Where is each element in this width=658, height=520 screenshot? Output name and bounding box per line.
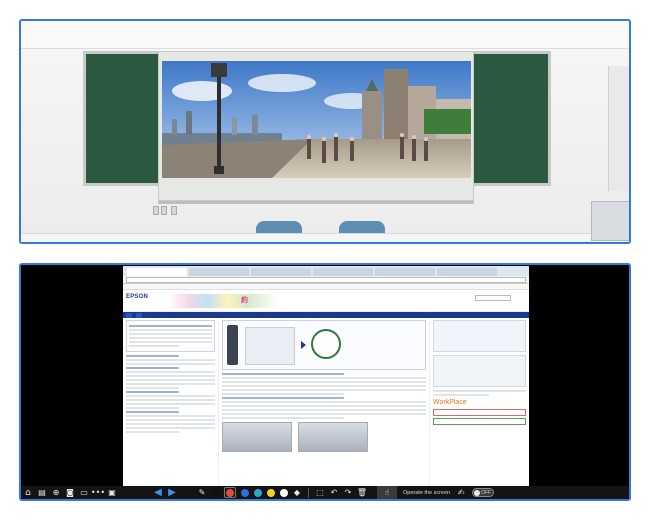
home-icon[interactable]: ⌂: [21, 487, 35, 499]
pointer-mode-zone: ☝: [377, 486, 397, 499]
forward-arrow-icon[interactable]: ▶: [165, 487, 179, 499]
classroom-camera-view: [19, 19, 631, 244]
select-icon[interactable]: ⬚: [313, 487, 327, 499]
color-yellow[interactable]: [266, 488, 275, 497]
redo-icon[interactable]: ↷: [341, 487, 355, 499]
side-link-button[interactable]: [433, 418, 526, 425]
site-nav-item[interactable]: [126, 312, 132, 318]
chair: [256, 221, 302, 233]
projected-image: [162, 61, 471, 178]
epson-logo[interactable]: EPSON: [126, 294, 148, 300]
site-nav-item[interactable]: [136, 312, 142, 318]
side-banner[interactable]: [433, 320, 526, 352]
chair: [339, 221, 385, 233]
wall-outlet: [153, 206, 159, 215]
browser-tab[interactable]: [127, 268, 187, 276]
shared-browser-window[interactable]: EPSON 約 WorkPlace: [123, 266, 529, 486]
back-arrow-icon[interactable]: ◀: [151, 487, 165, 499]
pen-icon[interactable]: ✎: [195, 487, 209, 499]
camera-icon[interactable]: ◙: [63, 487, 77, 499]
site-right-column: WorkPlace: [429, 318, 529, 486]
browser-tab-bar: [123, 266, 529, 276]
chalk-tray: [158, 201, 474, 204]
article-photo[interactable]: [222, 422, 292, 452]
header-badge: 約: [241, 297, 248, 304]
operate-screen-label: Operate the screen: [403, 489, 451, 496]
more-icon[interactable]: •••: [91, 487, 105, 499]
color-red-selected[interactable]: [224, 487, 236, 498]
toggle-state-label: OFF: [481, 490, 492, 496]
browser-tab[interactable]: [313, 268, 373, 276]
annotation-toolbar: ⌂ ▤ ⊕ ◙ ▭ ••• ▣ ◀ ▶ ✎ ◆ ⬚ ↶ ↷ 🗑 ☝ Operat…: [21, 486, 629, 499]
color-white[interactable]: [279, 488, 288, 497]
browser-tab[interactable]: [189, 268, 249, 276]
display-icon[interactable]: ▭: [77, 487, 91, 499]
operate-screen-toggle[interactable]: OFF: [472, 488, 495, 497]
browser-tab[interactable]: [437, 268, 497, 276]
zoom-icon[interactable]: ⊕: [49, 487, 63, 499]
screen-share-view: EPSON 約 WorkPlace ⌂ ▤ ⊕ ◙ ▭ ••• ▣ ◀ ▶ ✎ …: [19, 263, 631, 501]
toolbar-divider: [308, 487, 309, 498]
browser-tab[interactable]: [375, 268, 435, 276]
wall-outlet: [171, 206, 177, 215]
site-main-column: [219, 318, 429, 486]
site-search-input[interactable]: [475, 295, 511, 301]
trash-icon[interactable]: 🗑: [355, 487, 369, 499]
layers-icon[interactable]: ▤: [35, 487, 49, 499]
eraser-icon[interactable]: ◆: [290, 487, 304, 499]
menu-box: [126, 320, 215, 352]
browser-address-bar: [123, 276, 529, 284]
touch-draw-icon[interactable]: ✍: [454, 487, 468, 499]
browser-tab[interactable]: [251, 268, 311, 276]
article-photo[interactable]: [298, 422, 368, 452]
side-link-button[interactable]: [433, 409, 526, 416]
chalkboard-right: [471, 51, 551, 186]
url-input[interactable]: [126, 276, 526, 283]
toggle-knob: [474, 490, 481, 496]
site-left-column: [123, 318, 219, 486]
cityscape-photo: [162, 61, 471, 178]
wall-outlet: [161, 206, 167, 215]
side-banner[interactable]: [433, 355, 526, 387]
wall-door: [608, 66, 629, 191]
color-black[interactable]: [211, 488, 220, 497]
fullscreen-icon[interactable]: ▣: [105, 487, 119, 499]
color-red: [226, 488, 234, 497]
hand-pointer-icon[interactable]: ☝: [380, 487, 394, 499]
chalkboard-left: [83, 51, 161, 186]
color-teal[interactable]: [253, 488, 262, 497]
cabinet: [591, 201, 629, 241]
front-desk: [21, 233, 629, 242]
header-banner-art: [168, 294, 278, 308]
site-content: WorkPlace: [123, 318, 529, 486]
feature-banner[interactable]: [222, 320, 426, 370]
ceiling: [21, 21, 629, 49]
workplace-heading: WorkPlace: [433, 399, 467, 406]
site-header: EPSON 約: [123, 290, 529, 312]
color-blue[interactable]: [240, 488, 249, 497]
undo-icon[interactable]: ↶: [327, 487, 341, 499]
